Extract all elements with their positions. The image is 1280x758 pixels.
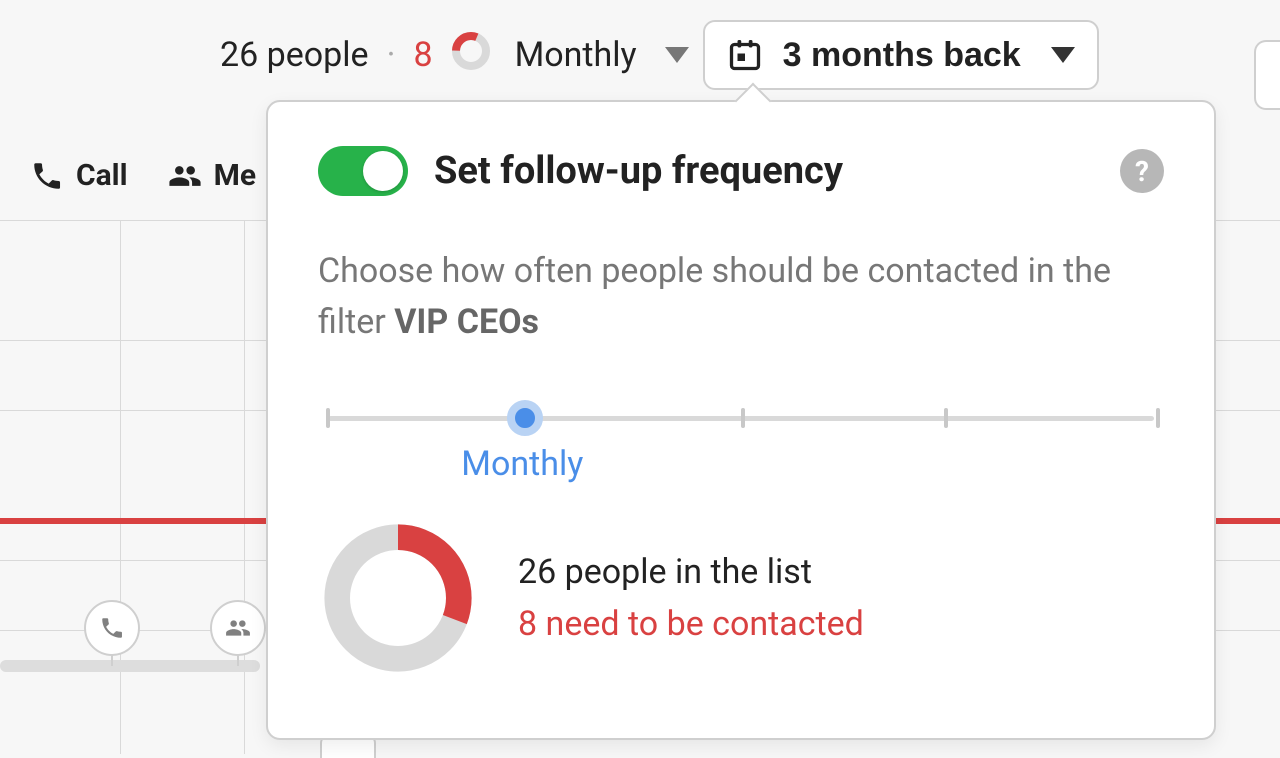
filter-summary[interactable]: 26 people · 8 Monthly	[220, 31, 689, 80]
need-contact-count: 8	[413, 35, 432, 75]
popover-description: Choose how often people should be contac…	[318, 246, 1164, 348]
separator-dot: ·	[387, 35, 396, 75]
timeline-call-chip[interactable]	[84, 600, 140, 656]
time-range-label: 3 months back	[783, 36, 1021, 75]
phone-icon	[30, 159, 64, 193]
timeline-meeting-chip[interactable]	[210, 600, 266, 656]
chevron-down-icon	[1051, 47, 1075, 63]
activity-meeting-label: Me	[214, 158, 256, 193]
stats-total-people: 26 people in the list	[518, 552, 864, 592]
followup-frequency-popover: Set follow-up frequency ? Choose how oft…	[266, 100, 1216, 740]
activity-call-button[interactable]: Call	[30, 158, 128, 193]
people-count: 26 people	[220, 35, 369, 75]
calendar-icon	[727, 37, 763, 73]
chevron-down-icon	[665, 47, 689, 63]
slider-selected-label: Monthly	[461, 444, 583, 484]
progress-donut-icon	[318, 518, 478, 678]
progress-donut-mini-icon	[451, 31, 491, 80]
overflow-button-edge[interactable]	[1254, 40, 1280, 110]
frequency-label: Monthly	[515, 35, 637, 75]
activity-call-label: Call	[76, 158, 128, 193]
activity-meeting-button[interactable]: Me	[168, 158, 256, 193]
timeline-track	[0, 660, 260, 672]
frequency-enabled-toggle[interactable]	[318, 146, 408, 196]
people-icon	[168, 159, 202, 193]
frequency-slider[interactable]	[318, 398, 1164, 438]
stats-need-contact: 8 need to be contacted	[518, 604, 864, 644]
help-icon[interactable]: ?	[1120, 149, 1164, 193]
filter-name: VIP CEOs	[394, 302, 539, 342]
slider-thumb[interactable]	[507, 400, 543, 436]
popover-title: Set follow-up frequency	[434, 149, 843, 193]
time-range-button[interactable]: 3 months back	[703, 20, 1099, 90]
